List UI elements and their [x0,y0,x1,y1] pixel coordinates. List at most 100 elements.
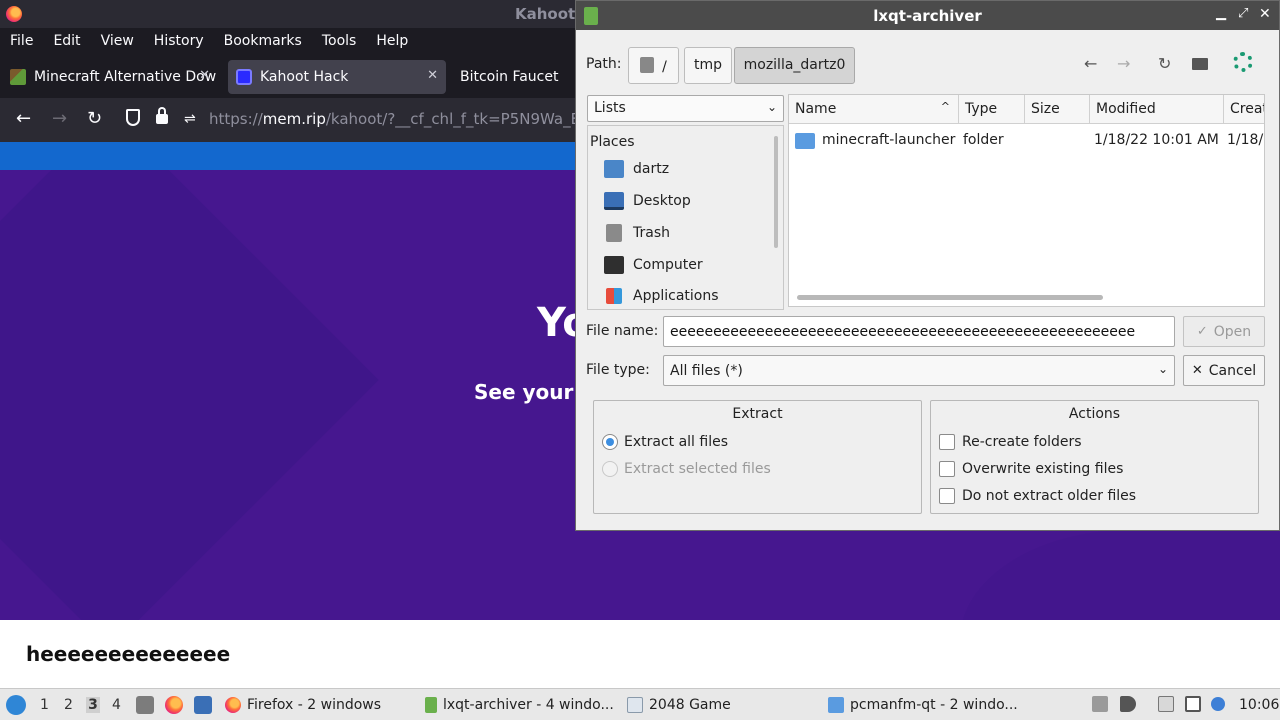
place-label: Computer [633,257,703,273]
reload-icon[interactable]: ↻ [1158,54,1171,73]
menu-file[interactable]: File [0,28,43,54]
forward-arrow-icon[interactable]: → [1117,54,1130,73]
radio-disabled-icon [602,461,618,477]
tracking-shield-icon[interactable] [126,109,140,126]
option-label: Do not extract older files [962,488,1137,504]
column-type[interactable]: Type [959,95,1025,124]
place-label: Applications [633,288,719,304]
menu-edit[interactable]: Edit [43,28,90,54]
place-computer[interactable]: Computer [604,256,703,274]
file-type-select[interactable]: All files (*) ⌄ [663,355,1175,386]
desktop-switch-1[interactable]: 1 [40,697,49,713]
tab-minecraft[interactable]: Minecraft Alternative Dow ✕ [4,60,218,94]
close-icon[interactable]: ✕ [1259,6,1271,22]
place-applications[interactable]: Applications [604,288,719,304]
desktop-switch-4[interactable]: 4 [112,697,121,713]
place-desktop[interactable]: Desktop [604,192,691,210]
firefox-tabstrip: Minecraft Alternative Dow ✕ Kahoot Hack … [0,56,580,98]
permissions-icon[interactable]: ⇌ [184,111,196,127]
task-2048-game[interactable]: 2048 Game [627,689,817,720]
back-arrow-icon[interactable]: ← [1084,54,1097,73]
reload-icon[interactable]: ↻ [87,108,102,129]
volume-icon[interactable] [1120,696,1136,712]
column-label: Modified [1096,101,1156,117]
place-label: dartz [633,161,670,177]
applications-icon [606,288,622,304]
tab-kahoot-hack[interactable]: Kahoot Hack ✕ [228,60,446,94]
info-icon[interactable] [1211,697,1225,711]
chevron-down-icon: ⌄ [1157,362,1168,376]
file-name-input[interactable] [663,316,1175,347]
back-arrow-icon[interactable]: ← [16,108,31,129]
tab-label: Bitcoin Faucet [460,69,559,85]
checkbox-icon [939,488,955,504]
forward-arrow-icon[interactable]: → [52,108,67,129]
radio-selected-icon [602,434,618,450]
firefox-launcher-icon[interactable] [165,696,183,714]
extract-selected-radio[interactable]: Extract selected files [602,461,771,477]
show-desktop-icon[interactable] [194,696,212,714]
column-label: Type [965,101,998,117]
places-scrollbar[interactable] [774,136,778,248]
recreate-folders-checkbox[interactable]: Re-create folders [939,434,1082,450]
lock-icon[interactable] [156,107,168,124]
desktop-switch-2[interactable]: 2 [64,697,73,713]
clock[interactable]: 10:06 [1239,697,1279,713]
menu-history[interactable]: History [144,28,214,54]
tray-expand-icon[interactable] [1092,696,1108,712]
lists-label: Lists [594,100,626,116]
maximize-icon[interactable]: ⤢ [1238,6,1248,21]
breadcrumb-tmp[interactable]: tmp [684,47,732,84]
tab-close-icon[interactable]: ✕ [199,68,210,83]
task-lxqt-archiver[interactable]: lxqt-archiver - 4 windo... [425,689,620,720]
menu-view[interactable]: View [91,28,144,54]
lxqt-archiver-dialog: lxqt-archiver ▁ ⤢ ✕ Path: / tmp mozilla_… [575,0,1280,531]
column-name[interactable]: Name ^ [789,95,959,124]
open-button[interactable]: ✓ Open [1183,316,1265,347]
start-menu-icon[interactable] [6,695,26,715]
new-folder-icon[interactable] [1192,58,1208,70]
taskbar: 1 2 3 4 Firefox - 2 windows lxqt-archive… [0,688,1280,720]
menu-tools[interactable]: Tools [312,28,367,54]
place-trash[interactable]: Trash [604,224,670,242]
tab-bitcoin-faucet[interactable]: Bitcoin Faucet [456,60,576,94]
task-pcmanfm[interactable]: pcmanfm-qt - 2 windo... [828,689,1028,720]
dialog-titlebar[interactable]: lxqt-archiver ▁ ⤢ ✕ [576,1,1279,30]
menu-bookmarks[interactable]: Bookmarks [214,28,312,54]
minimize-icon[interactable]: ▁ [1216,6,1226,21]
lists-dropdown[interactable]: Lists ⌄ [587,95,784,122]
skip-older-files-checkbox[interactable]: Do not extract older files [939,488,1136,504]
task-firefox[interactable]: Firefox - 2 windows [225,689,415,720]
archiver-icon [425,696,437,713]
url-bar[interactable]: https://mem.rip/kahoot/?__cf_chl_f_tk=P5… [209,110,606,128]
breadcrumb-root[interactable]: / [628,47,679,84]
file-type: folder [963,132,1004,148]
file-name: minecraft-launcher [822,132,956,148]
menu-help[interactable]: Help [366,28,418,54]
place-label: Trash [633,225,670,241]
cancel-label: Cancel [1208,362,1257,379]
file-type-value: All files (*) [670,363,743,379]
tab-label: Kahoot Hack [260,69,349,85]
column-modified[interactable]: Modified [1090,95,1224,124]
extract-all-radio[interactable]: Extract all files [602,434,728,450]
place-home[interactable]: dartz [604,160,669,178]
table-row[interactable]: minecraft-launcher folder 1/18/22 10:01 … [789,131,1264,153]
desktop-switch-3[interactable]: 3 [86,697,100,713]
column-size[interactable]: Size [1025,95,1090,124]
option-label: Extract selected files [624,461,771,477]
settings-gear-icon[interactable] [1233,52,1253,72]
file-manager-launcher-icon[interactable] [136,696,154,714]
folder-icon [828,696,844,713]
clipboard-icon[interactable] [1158,696,1174,712]
file-list-scrollbar[interactable] [797,295,1103,300]
monitor-icon[interactable] [1185,696,1201,712]
overwrite-files-checkbox[interactable]: Overwrite existing files [939,461,1123,477]
desktop-icon [604,192,624,210]
column-created[interactable]: Creat [1224,95,1264,124]
task-label: 2048 Game [649,696,731,713]
url-path: /kahoot/?__cf_chl_f_tk=P5N9Wa_BfA9 [325,110,606,128]
cancel-button[interactable]: ✕ Cancel [1183,355,1265,386]
breadcrumb-mozilla-dartz0[interactable]: mozilla_dartz0 [734,47,855,84]
tab-close-icon[interactable]: ✕ [427,68,438,83]
